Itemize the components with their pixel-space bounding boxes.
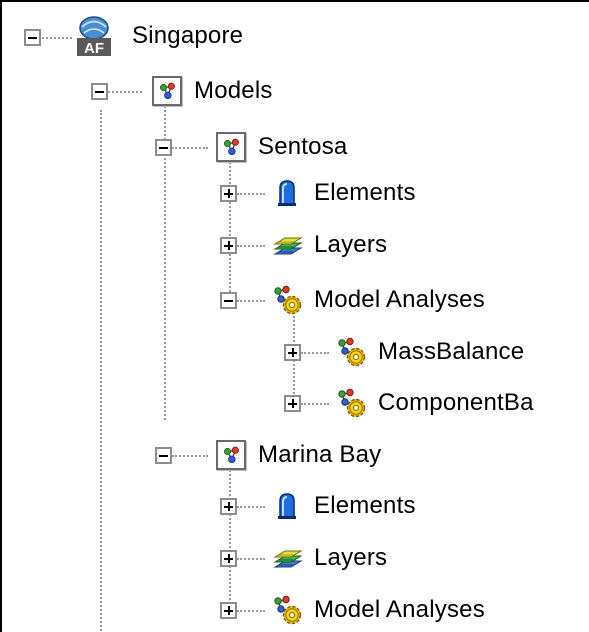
tree-connector xyxy=(42,37,72,39)
tree-connector xyxy=(108,91,142,93)
model-icon xyxy=(214,130,248,164)
tree-connector xyxy=(229,462,231,612)
expand-toggle-marina-bay-layers[interactable] xyxy=(220,550,237,567)
tree-connector xyxy=(237,610,265,612)
layers-icon xyxy=(270,228,304,262)
tree-node-sentosa-elements[interactable]: Elements xyxy=(270,171,416,215)
tree-node-label: Model Analyses xyxy=(314,286,485,313)
tree-connector xyxy=(229,162,231,292)
expand-toggle-massbalance[interactable] xyxy=(284,344,301,361)
element-icon xyxy=(270,176,304,210)
tree-node-label: Singapore xyxy=(132,22,244,49)
tree-connector xyxy=(237,558,265,560)
tree-connector xyxy=(301,403,329,405)
analysis-icon xyxy=(334,386,368,420)
analysis-icon xyxy=(270,593,304,627)
af-server-icon: AF xyxy=(74,14,114,58)
collapse-toggle-singapore[interactable] xyxy=(24,29,41,46)
analysis-icon xyxy=(334,335,368,369)
tree-node-componentbalance[interactable]: ComponentBa xyxy=(334,381,534,425)
tree-connector xyxy=(301,352,329,354)
expand-toggle-marina-bay-analyses[interactable] xyxy=(220,602,237,619)
analysis-icon xyxy=(270,283,304,317)
expand-toggle-componentbalance[interactable] xyxy=(284,395,301,412)
tree-node-label: Elements xyxy=(314,179,416,206)
model-icon xyxy=(150,74,184,108)
collapse-toggle-sentosa-analyses[interactable] xyxy=(220,292,237,309)
af-logo-text: AF xyxy=(84,40,104,57)
expand-toggle-sentosa-layers[interactable] xyxy=(220,237,237,254)
tree-connector xyxy=(237,300,265,302)
tree-node-label: Models xyxy=(194,77,273,104)
tree-node-label: Marina Bay xyxy=(258,441,382,468)
collapse-toggle-models[interactable] xyxy=(91,83,108,100)
tree-view[interactable]: AF Singapore Models Sentosa Elements Lay… xyxy=(0,0,589,632)
tree-connector xyxy=(172,455,208,457)
tree-node-marina-bay-elements[interactable]: Elements xyxy=(270,484,416,528)
tree-node-models[interactable]: Models xyxy=(150,69,273,113)
tree-connector xyxy=(237,245,265,247)
tree-node-massbalance[interactable]: MassBalance xyxy=(334,330,524,374)
tree-node-label: Elements xyxy=(314,492,416,519)
tree-node-label: Layers xyxy=(314,231,388,258)
tree-node-singapore[interactable]: AF Singapore xyxy=(74,14,243,58)
tree-node-marina-bay[interactable]: Marina Bay xyxy=(214,433,381,477)
tree-connector xyxy=(100,110,102,632)
layers-icon xyxy=(270,541,304,575)
tree-node-label: ComponentBa xyxy=(378,389,534,416)
tree-node-label: Model Analyses xyxy=(314,596,485,623)
tree-connector xyxy=(172,147,208,149)
tree-node-sentosa[interactable]: Sentosa xyxy=(214,125,347,169)
element-icon xyxy=(270,489,304,523)
collapse-toggle-sentosa[interactable] xyxy=(155,139,172,156)
expand-toggle-marina-bay-elements[interactable] xyxy=(220,498,237,515)
expand-toggle-sentosa-elements[interactable] xyxy=(220,185,237,202)
tree-connector xyxy=(237,506,265,508)
tree-node-sentosa-layers[interactable]: Layers xyxy=(270,223,387,267)
tree-node-marina-bay-layers[interactable]: Layers xyxy=(270,536,387,580)
tree-node-marina-bay-analyses[interactable]: Model Analyses xyxy=(270,588,485,632)
tree-node-sentosa-analyses[interactable]: Model Analyses xyxy=(270,278,485,322)
tree-node-label: Layers xyxy=(314,544,388,571)
tree-node-label: Sentosa xyxy=(258,133,348,160)
collapse-toggle-marina-bay[interactable] xyxy=(155,447,172,464)
tree-connector xyxy=(237,193,265,195)
tree-node-label: MassBalance xyxy=(378,338,525,365)
model-icon xyxy=(214,438,248,472)
